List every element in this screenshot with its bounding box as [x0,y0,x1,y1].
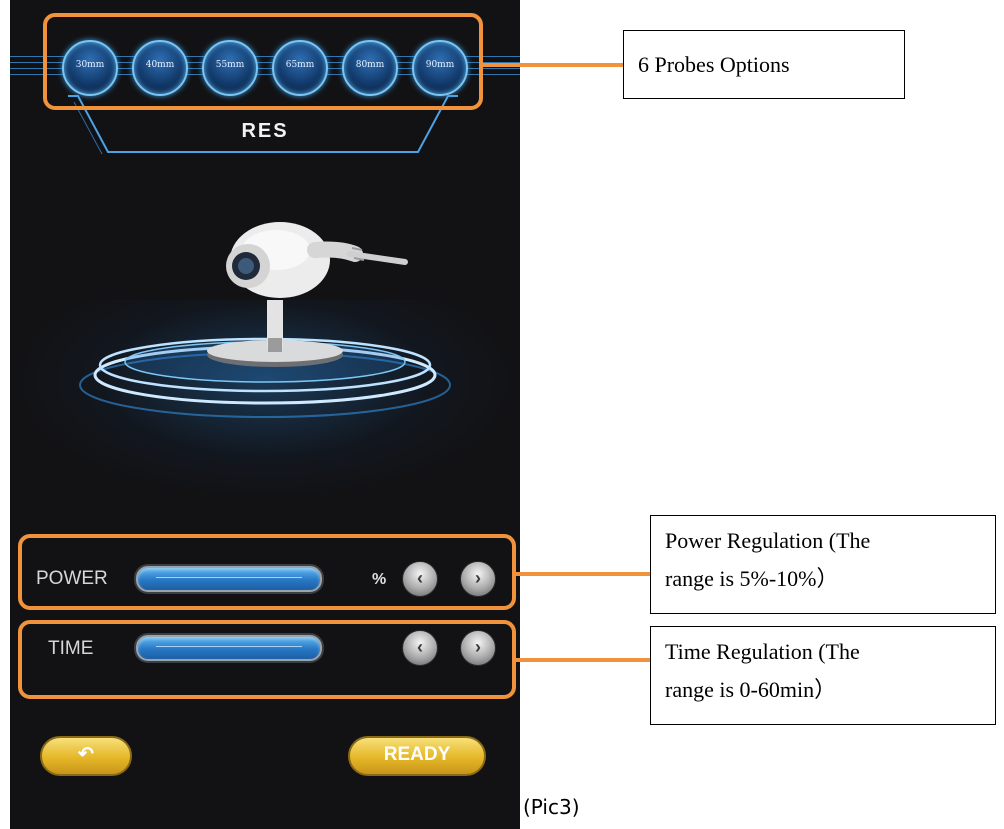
time-annotation-line2: range is 0-60min） [665,677,837,702]
power-annotation-line2: range is 5%-10%） [665,566,839,591]
time-highlight-box [18,620,516,699]
time-annotation: Time Regulation (The range is 0-60min） [650,626,996,725]
device-screen: 30mm 40mm 55mm 65mm 80mm 90mm RES POWER … [10,0,520,829]
ready-button[interactable]: READY [348,736,486,776]
handpiece-illustration [79,222,451,418]
power-connector [516,572,650,576]
power-annotation-line1: Power Regulation (The [665,528,871,553]
time-annotation-line1: Time Regulation (The [665,639,860,664]
mode-title: RES [241,120,289,142]
figure-caption: (Pic3) [523,795,580,819]
power-annotation: Power Regulation (The range is 5%-10%） [650,515,996,614]
probes-annotation: 6 Probes Options [623,30,905,99]
probes-annotation-text: 6 Probes Options [638,52,790,77]
time-connector [516,658,650,662]
back-button[interactable]: ↶ [40,736,132,776]
probes-connector [483,63,623,67]
probes-highlight-box [43,13,483,110]
power-highlight-box [18,534,516,610]
undo-arrow-icon: ↶ [78,744,94,765]
